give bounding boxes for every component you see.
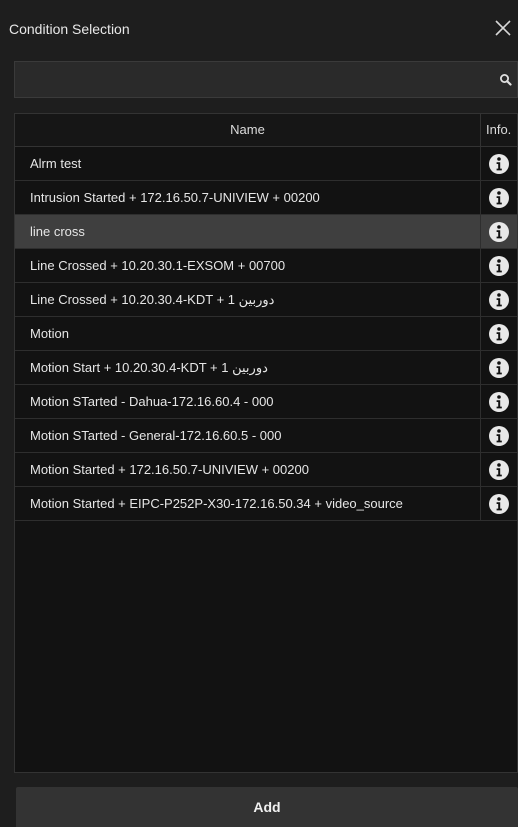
info-cell bbox=[481, 453, 517, 486]
info-cell bbox=[481, 181, 517, 214]
info-icon[interactable] bbox=[488, 323, 510, 345]
table-row[interactable]: Motion Started + EIPC-P252P-X30-172.16.5… bbox=[15, 487, 517, 521]
info-cell bbox=[481, 215, 517, 248]
info-icon[interactable] bbox=[488, 221, 510, 243]
table-row[interactable]: Motion Started + 172.16.50.7-UNIVIEW + 0… bbox=[15, 453, 517, 487]
title-bar: Condition Selection bbox=[0, 0, 518, 56]
condition-name: Motion STarted - Dahua-172.16.60.4 - 000 bbox=[15, 385, 481, 418]
close-icon[interactable] bbox=[492, 16, 514, 40]
info-icon[interactable] bbox=[488, 187, 510, 209]
search-icon[interactable] bbox=[499, 73, 513, 87]
condition-name: Intrusion Started + 172.16.50.7-UNIVIEW … bbox=[15, 181, 481, 214]
info-cell bbox=[481, 249, 517, 282]
info-cell bbox=[481, 283, 517, 316]
info-icon[interactable] bbox=[488, 153, 510, 175]
table-row[interactable]: Intrusion Started + 172.16.50.7-UNIVIEW … bbox=[15, 181, 517, 215]
conditions-table: Name Info. Alrm test Intrusion Started + … bbox=[14, 113, 518, 773]
condition-name: Motion Started + 172.16.50.7-UNIVIEW + 0… bbox=[15, 453, 481, 486]
table-row[interactable]: Line Crossed + 10.20.30.4-KDT + دوربین 1 bbox=[15, 283, 517, 317]
column-header-info[interactable]: Info. bbox=[481, 114, 517, 146]
search-input[interactable] bbox=[15, 62, 485, 97]
table-row[interactable]: Motion Start + 10.20.30.4-KDT + دوربین 1 bbox=[15, 351, 517, 385]
add-button[interactable]: Add bbox=[16, 787, 518, 827]
table-row[interactable]: Alrm test bbox=[15, 147, 517, 181]
table-body: Alrm test Intrusion Started + 172.16.50.7… bbox=[15, 147, 517, 521]
condition-name: Motion bbox=[15, 317, 481, 350]
dialog-title: Condition Selection bbox=[9, 21, 130, 37]
search-box bbox=[14, 61, 518, 98]
info-icon[interactable] bbox=[488, 459, 510, 481]
condition-name: Alrm test bbox=[15, 147, 481, 180]
table-row[interactable]: Motion STarted - Dahua-172.16.60.4 - 000 bbox=[15, 385, 517, 419]
info-cell bbox=[481, 317, 517, 350]
info-icon[interactable] bbox=[488, 357, 510, 379]
condition-name: Line Crossed + 10.20.30.1-EXSOM + 00700 bbox=[15, 249, 481, 282]
table-row[interactable]: line cross bbox=[15, 215, 517, 249]
info-icon[interactable] bbox=[488, 391, 510, 413]
table-row[interactable]: Line Crossed + 10.20.30.1-EXSOM + 00700 bbox=[15, 249, 517, 283]
info-icon[interactable] bbox=[488, 255, 510, 277]
info-cell bbox=[481, 487, 517, 520]
info-icon[interactable] bbox=[488, 289, 510, 311]
table-row[interactable]: Motion STarted - General-172.16.60.5 - 0… bbox=[15, 419, 517, 453]
table-row[interactable]: Motion bbox=[15, 317, 517, 351]
column-header-name[interactable]: Name bbox=[15, 114, 481, 146]
info-cell bbox=[481, 147, 517, 180]
info-cell bbox=[481, 385, 517, 418]
condition-name: Motion Start + 10.20.30.4-KDT + دوربین 1 bbox=[15, 351, 481, 384]
info-cell bbox=[481, 351, 517, 384]
condition-name: line cross bbox=[15, 215, 481, 248]
info-cell bbox=[481, 419, 517, 452]
table-header: Name Info. bbox=[15, 114, 517, 147]
info-icon[interactable] bbox=[488, 425, 510, 447]
info-icon[interactable] bbox=[488, 493, 510, 515]
condition-name: Line Crossed + 10.20.30.4-KDT + دوربین 1 bbox=[15, 283, 481, 316]
condition-name: Motion STarted - General-172.16.60.5 - 0… bbox=[15, 419, 481, 452]
condition-name: Motion Started + EIPC-P252P-X30-172.16.5… bbox=[15, 487, 481, 520]
